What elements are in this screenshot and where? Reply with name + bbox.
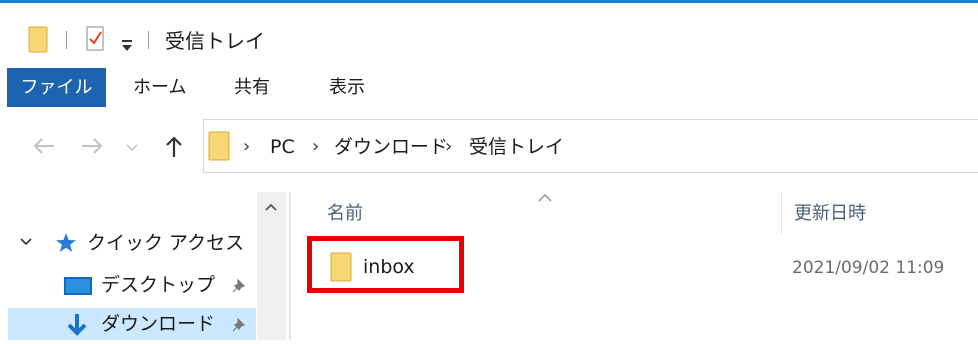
folder-icon bbox=[208, 131, 230, 161]
column-header-modified[interactable]: 更新日時 bbox=[794, 200, 866, 228]
address-bar[interactable] bbox=[203, 119, 978, 173]
column-separator[interactable] bbox=[781, 192, 782, 234]
desktop-icon bbox=[64, 275, 92, 297]
breadcrumb-chevron-icon[interactable]: › bbox=[312, 134, 319, 160]
breadcrumb-chevron-icon[interactable]: › bbox=[445, 134, 452, 160]
title-bar: 受信トレイ bbox=[0, 3, 978, 61]
breadcrumb-inbox[interactable]: 受信トレイ bbox=[469, 134, 564, 160]
nav-item-desktop[interactable]: デスクトップ bbox=[101, 272, 215, 298]
pin-icon[interactable] bbox=[232, 278, 248, 296]
up-arrow-icon[interactable] bbox=[158, 130, 190, 162]
sort-ascending-chevron-icon bbox=[537, 189, 553, 202]
forward-arrow-icon[interactable] bbox=[76, 130, 108, 162]
tab-home[interactable]: ホーム bbox=[133, 68, 186, 107]
toolbar-separator bbox=[148, 31, 149, 49]
recent-locations-chevron-icon[interactable] bbox=[122, 130, 142, 162]
highlight-annotation-box bbox=[307, 236, 464, 293]
folder-icon[interactable] bbox=[28, 26, 48, 53]
file-modified-date: 2021/09/02 11:09 bbox=[792, 258, 945, 278]
breadcrumb-downloads[interactable]: ダウンロード bbox=[334, 134, 448, 160]
tab-file[interactable]: ファイル bbox=[7, 68, 106, 107]
expand-chevron-icon[interactable] bbox=[18, 234, 34, 250]
nav-pane-scrollbar[interactable] bbox=[257, 192, 286, 340]
tab-view[interactable]: 表示 bbox=[329, 68, 365, 107]
pane-divider[interactable] bbox=[289, 192, 291, 340]
nav-item-downloads[interactable]: ダウンロード bbox=[101, 311, 215, 337]
pin-icon[interactable] bbox=[232, 317, 248, 335]
download-icon bbox=[64, 312, 90, 340]
nav-item-quick-access[interactable]: クイック アクセス bbox=[87, 230, 244, 256]
customize-toolbar-dropdown-icon[interactable] bbox=[121, 37, 133, 51]
breadcrumb-chevron-icon[interactable]: › bbox=[243, 134, 250, 160]
star-icon bbox=[55, 232, 77, 254]
column-header-name[interactable]: 名前 bbox=[327, 200, 363, 228]
breadcrumb-pc[interactable]: PC bbox=[270, 134, 295, 160]
back-arrow-icon[interactable] bbox=[28, 130, 60, 162]
toolbar-separator bbox=[66, 31, 67, 49]
scroll-up-chevron-icon[interactable] bbox=[262, 199, 280, 213]
window-title: 受信トレイ bbox=[165, 29, 265, 53]
properties-icon[interactable] bbox=[86, 26, 104, 51]
tab-share[interactable]: 共有 bbox=[234, 68, 270, 107]
